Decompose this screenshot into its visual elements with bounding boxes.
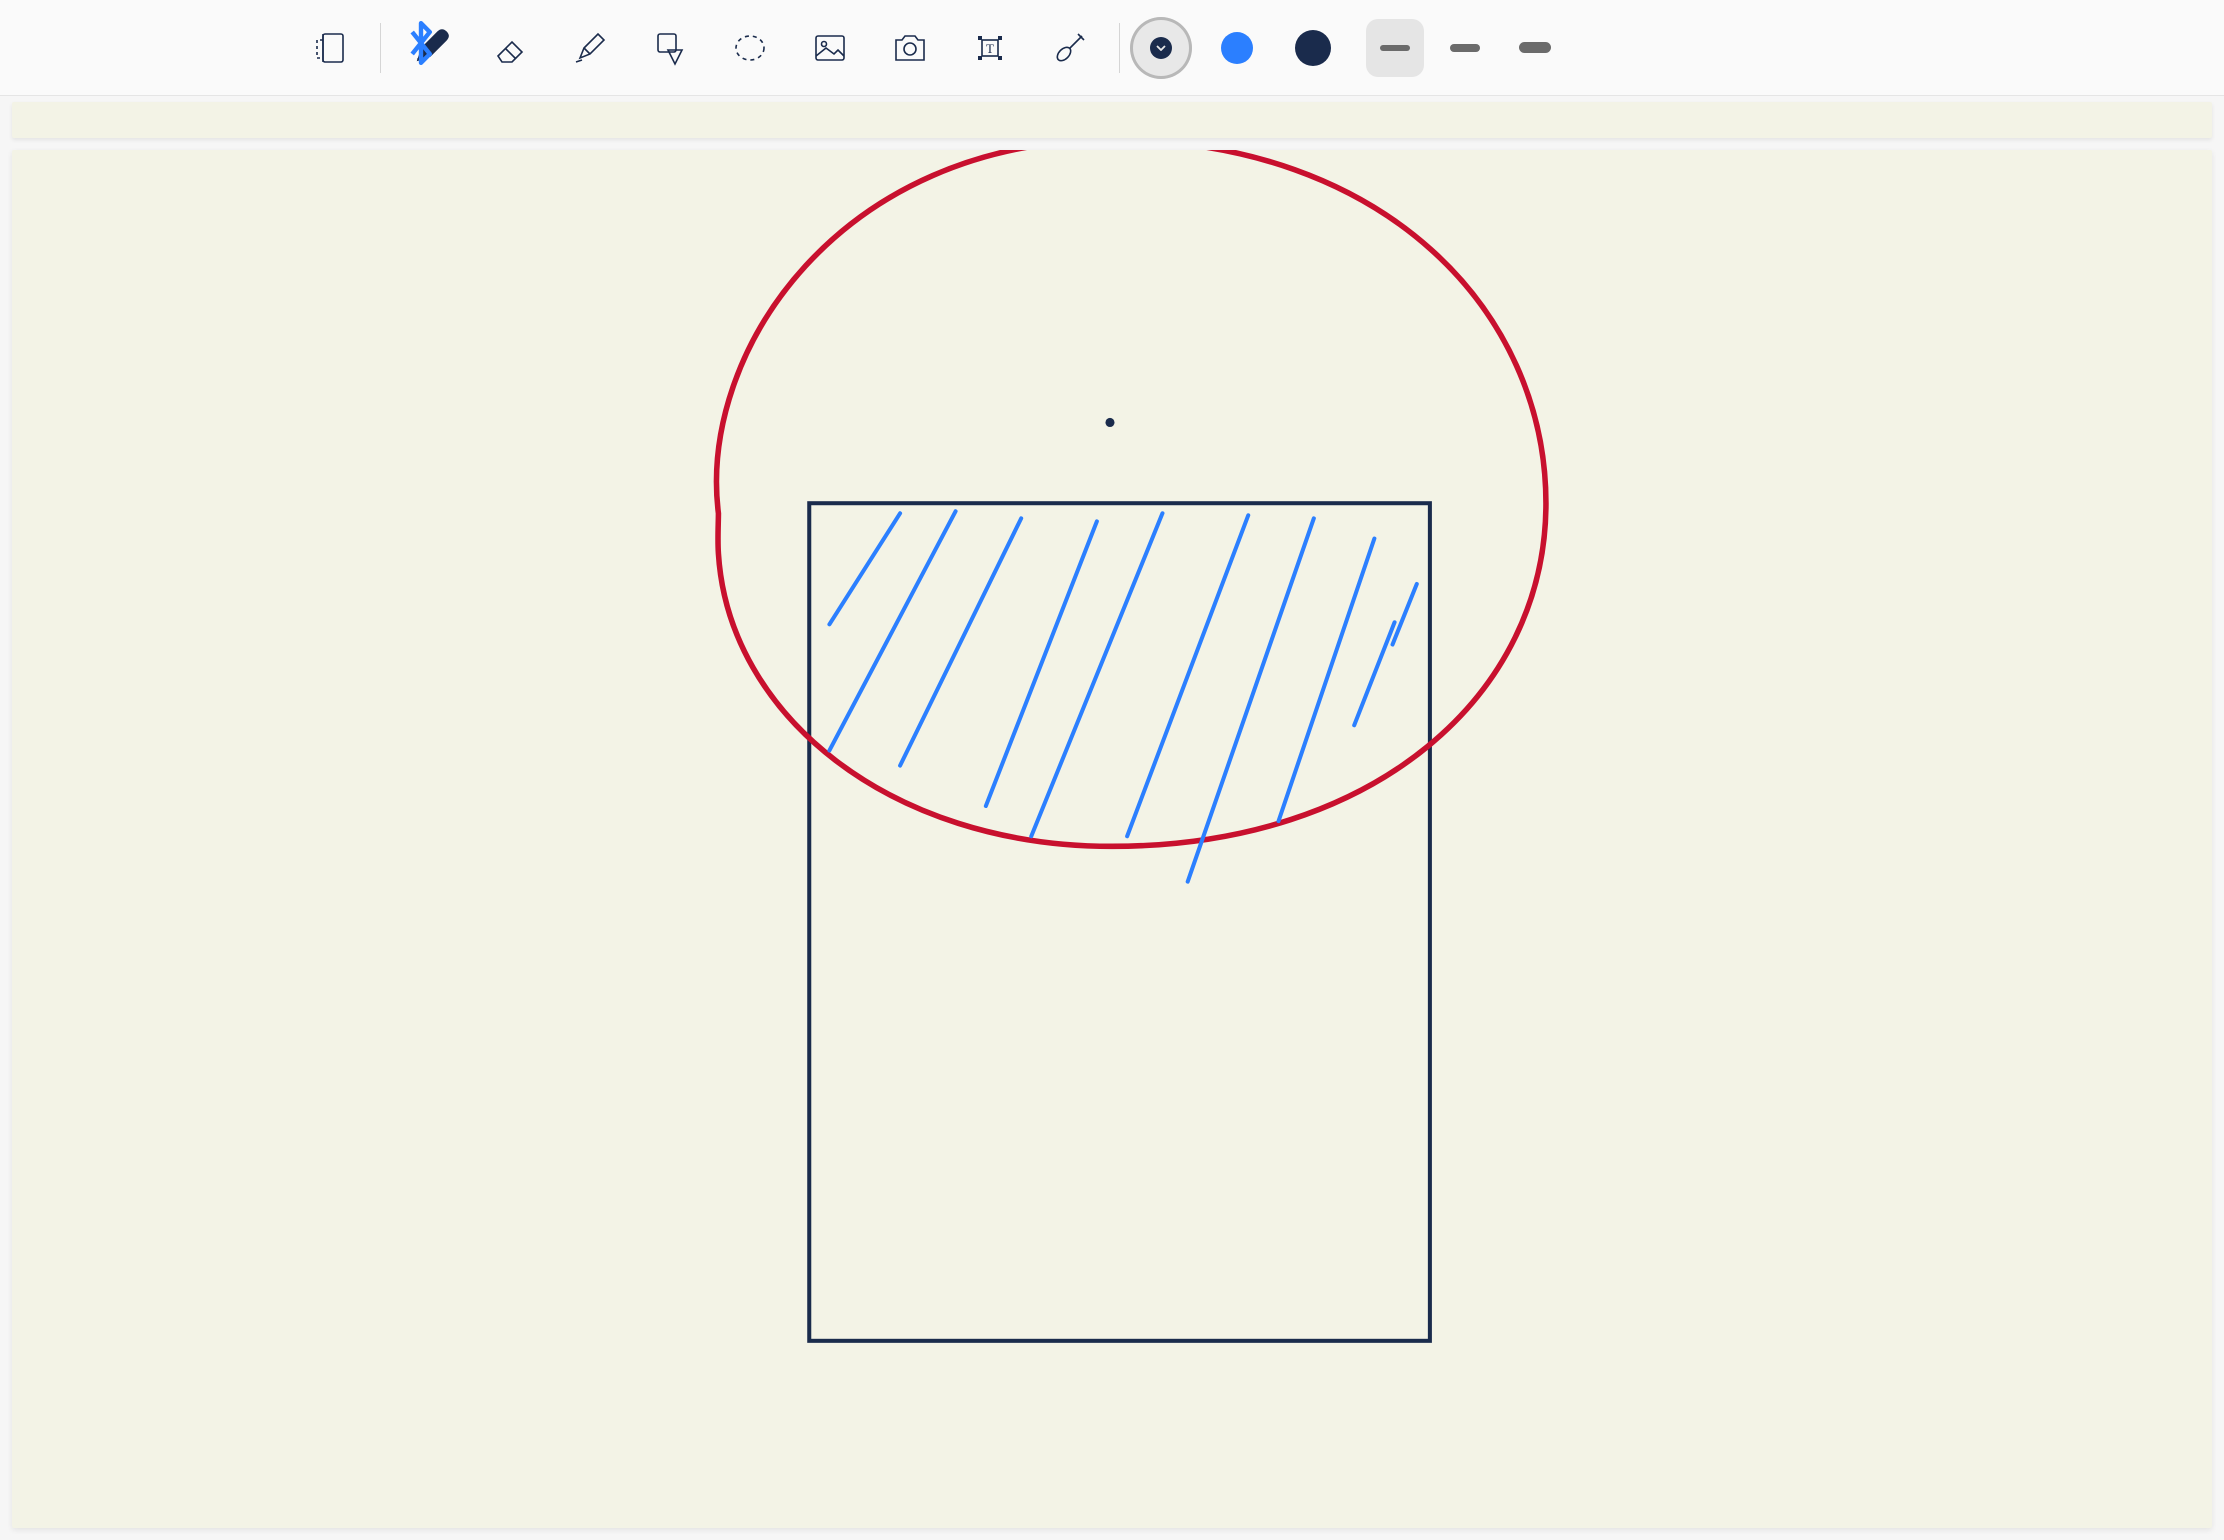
drawn-dot bbox=[1105, 418, 1114, 427]
lasso-icon bbox=[728, 26, 772, 70]
text-button[interactable]: T bbox=[951, 9, 1029, 87]
text-icon: T bbox=[968, 26, 1012, 70]
drawn-circle bbox=[717, 150, 1546, 846]
color-swatch-navy-large bbox=[1295, 30, 1331, 66]
toolbar: T bbox=[0, 0, 2224, 96]
camera-button[interactable] bbox=[871, 9, 949, 87]
color-swatch-navy bbox=[1150, 37, 1172, 59]
eraser-icon bbox=[488, 26, 532, 70]
color-swatch-blue bbox=[1221, 32, 1253, 64]
chevron-down-icon bbox=[1156, 45, 1166, 51]
link-button[interactable] bbox=[1031, 9, 1109, 87]
drawing-layer bbox=[12, 150, 2212, 1528]
image-button[interactable] bbox=[791, 9, 869, 87]
drawn-hatching bbox=[829, 511, 1416, 881]
shapes-icon bbox=[648, 26, 692, 70]
color-current-button[interactable] bbox=[1130, 17, 1192, 79]
bluetooth-icon bbox=[399, 21, 443, 70]
stroke-medium-indicator bbox=[1450, 44, 1480, 52]
separator bbox=[380, 23, 381, 73]
eraser-button[interactable] bbox=[471, 9, 549, 87]
highlighter-icon bbox=[568, 26, 612, 70]
page-template-icon bbox=[309, 26, 353, 70]
stroke-thick-button[interactable] bbox=[1506, 19, 1564, 77]
canvas-area bbox=[0, 96, 2224, 1540]
link-icon bbox=[1048, 26, 1092, 70]
separator bbox=[1119, 23, 1120, 73]
color-navy-button[interactable] bbox=[1282, 17, 1344, 79]
pen-button[interactable] bbox=[391, 9, 469, 87]
page-template-button[interactable] bbox=[292, 9, 370, 87]
drawn-rectangle bbox=[809, 503, 1430, 1341]
stroke-thin-button[interactable] bbox=[1366, 19, 1424, 77]
stroke-thin-indicator bbox=[1380, 45, 1410, 51]
color-blue-button[interactable] bbox=[1206, 17, 1268, 79]
svg-text:T: T bbox=[986, 41, 994, 56]
page-canvas[interactable] bbox=[12, 150, 2212, 1528]
lasso-button[interactable] bbox=[711, 9, 789, 87]
stroke-thick-indicator bbox=[1519, 42, 1551, 53]
camera-icon bbox=[888, 26, 932, 70]
highlighter-button[interactable] bbox=[551, 9, 629, 87]
stroke-medium-button[interactable] bbox=[1436, 19, 1494, 77]
previous-page-sliver[interactable] bbox=[12, 102, 2212, 138]
shapes-button[interactable] bbox=[631, 9, 709, 87]
image-icon bbox=[808, 26, 852, 70]
